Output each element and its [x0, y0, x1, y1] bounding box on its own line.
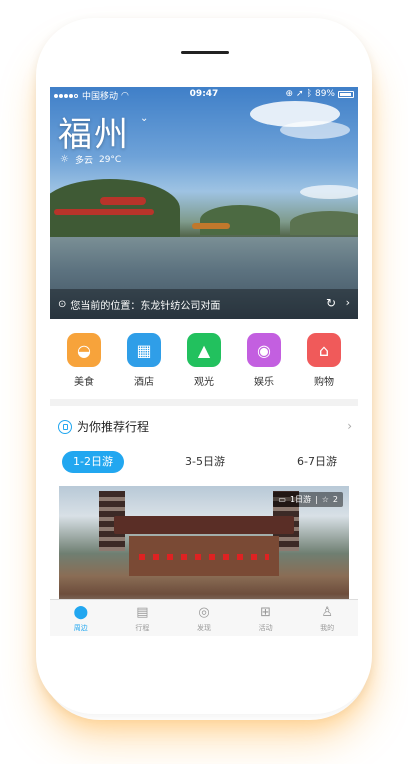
calendar-icon: ▤ — [136, 605, 149, 620]
location-pin-icon: ⊙ — [58, 298, 67, 310]
bluetooth-icon: ᛒ — [306, 89, 312, 99]
pavilion — [100, 197, 146, 205]
bottom-tab-bar: ⬤ 周边 ▤ 行程 ◎ 发现 ⊞ 活动 ♙ 我的 — [50, 599, 358, 636]
cloudy-sun-icon: ☼ — [60, 154, 69, 165]
refresh-icon[interactable]: ↻ — [326, 296, 336, 310]
gift-icon: ⊞ — [260, 605, 272, 620]
weather-condition: 多云 — [74, 156, 93, 166]
tab-1-2-days[interactable]: 1-2日游 — [62, 451, 124, 473]
cloud-decoration — [280, 121, 350, 139]
category-shopping[interactable]: ⌂ 购物 — [298, 333, 350, 399]
recommend-header[interactable]: 为你推荐行程 — [58, 418, 149, 435]
category-hotel[interactable]: ▦ 酒店 — [118, 333, 170, 399]
category-food[interactable]: ◒ 美食 — [58, 333, 110, 399]
tab-6-7-days[interactable]: 6-7日游 — [286, 451, 348, 473]
tab-profile[interactable]: ♙ 我的 — [296, 600, 358, 636]
tab-label: 活动 — [258, 624, 273, 632]
category-sightseeing[interactable]: ▲ 观光 — [178, 333, 230, 399]
temperature: 29°C — [98, 154, 122, 165]
city-name[interactable]: 福州 — [58, 107, 130, 156]
tree-cluster — [200, 205, 280, 235]
mountain-icon: ▲ — [187, 333, 221, 367]
badge-separator: | — [315, 495, 318, 504]
tab-nearby[interactable]: ⬤ 周边 — [50, 600, 112, 636]
status-bar: 中国移动 ◠ 09:47 ⊕ ➚ ᛒ 89% — [50, 87, 358, 103]
weather-info: ☼ 多云 29°C — [60, 153, 121, 166]
category-grid: ◒ 美食 ▦ 酒店 ▲ 观光 ◉ 娱乐 ⌂ 购物 — [50, 319, 358, 399]
itinerary-icon — [58, 419, 72, 434]
orientation-lock-icon: ⊕ — [285, 89, 294, 99]
location-pin-icon: ⬤ — [73, 605, 89, 620]
trip-likes: 2 — [332, 495, 338, 504]
shop-icon: ⌂ — [307, 333, 341, 367]
category-label: 购物 — [314, 377, 334, 388]
tab-events[interactable]: ⊞ 活动 — [235, 600, 297, 636]
current-location-bar[interactable]: ⊙ 您当前的位置：东龙针纺公司对面 ↻ › — [50, 289, 358, 319]
battery-icon — [338, 90, 354, 98]
category-label: 酒店 — [134, 377, 154, 388]
pavilion — [54, 209, 154, 215]
phone-speaker — [181, 51, 229, 54]
location-arrow-icon: ➚ — [296, 89, 304, 99]
category-entertainment[interactable]: ◉ 娱乐 — [238, 333, 290, 399]
status-right: ⊕ ➚ ᛒ 89% — [285, 89, 354, 99]
food-cloche-icon: ◒ — [67, 333, 101, 367]
chevron-down-icon[interactable]: ⌄ — [140, 113, 148, 124]
tab-discover[interactable]: ◎ 发现 — [173, 600, 235, 636]
compass-icon: ◎ — [198, 605, 210, 620]
recommend-title: 为你推荐行程 — [77, 420, 150, 434]
tree-cluster — [290, 211, 358, 235]
category-label: 观光 — [194, 377, 214, 388]
app-screen: 中国移动 ◠ 09:47 ⊕ ➚ ᛒ 89% 福州 ⌄ ☼ 多云 29°C ⊙ … — [50, 87, 358, 636]
tab-itinerary[interactable]: ▤ 行程 — [112, 600, 174, 636]
lanterns — [139, 554, 269, 560]
star-icon: ☆ — [321, 495, 329, 504]
trip-badge: ▭ 1日游 | ☆ 2 — [273, 492, 343, 507]
chevron-right-icon[interactable]: › — [347, 419, 352, 433]
temple-roof — [114, 516, 294, 534]
category-label: 美食 — [74, 377, 94, 388]
tab-label: 发现 — [196, 624, 211, 632]
calendar-icon: ▭ — [278, 495, 286, 504]
location-text: 您当前的位置：东龙针纺公司对面 — [70, 300, 221, 312]
hero-banner: 中国移动 ◠ 09:47 ⊕ ➚ ᛒ 89% 福州 ⌄ ☼ 多云 29°C ⊙ … — [50, 87, 358, 319]
duration-tabs: 1-2日游 3-5日游 6-7日游 — [62, 451, 348, 473]
tab-label: 我的 — [320, 624, 335, 632]
chevron-right-icon[interactable]: › — [346, 296, 350, 309]
hotel-building-icon: ▦ — [127, 333, 161, 367]
trip-duration: 1日游 — [289, 495, 312, 504]
user-icon: ♙ — [321, 605, 333, 620]
tab-label: 行程 — [135, 624, 150, 632]
music-disc-icon: ◉ — [247, 333, 281, 367]
category-label: 娱乐 — [254, 377, 274, 388]
tab-label: 周边 — [73, 624, 88, 632]
pavilion — [192, 223, 230, 229]
cloud-decoration — [300, 185, 358, 199]
tab-3-5-days[interactable]: 3-5日游 — [174, 451, 236, 473]
battery-percent: 89% — [314, 89, 335, 99]
